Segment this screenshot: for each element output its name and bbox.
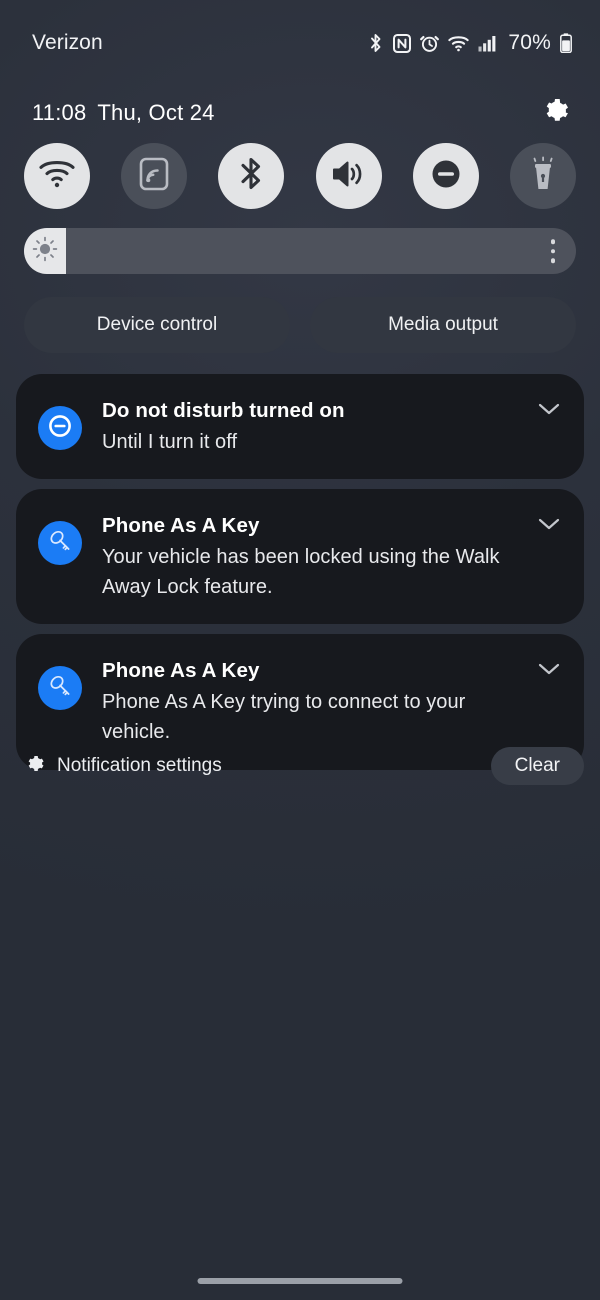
more-vertical-icon bbox=[550, 239, 555, 244]
notification-text: Your vehicle has been locked using the W… bbox=[102, 545, 500, 599]
clear-notifications-button[interactable]: Clear bbox=[490, 747, 584, 785]
media-output-button[interactable]: Media output bbox=[310, 297, 576, 353]
clock-date: Thu, Oct 24 bbox=[97, 100, 215, 125]
cellular-signal-icon bbox=[478, 35, 497, 52]
home-gesture-bar[interactable] bbox=[197, 1278, 403, 1284]
key-icon bbox=[47, 673, 73, 704]
notification-app-icon bbox=[38, 666, 82, 711]
wifi-icon bbox=[39, 159, 75, 194]
bluetooth-icon bbox=[368, 33, 384, 54]
key-icon bbox=[47, 528, 73, 559]
notification-item[interactable]: Phone As A Key Your vehicle has been loc… bbox=[16, 489, 584, 625]
notification-settings-button[interactable]: Notification settings bbox=[16, 754, 222, 778]
carrier-label: Verizon bbox=[32, 31, 103, 54]
notification-text: Phone As A Key trying to connect to your… bbox=[102, 691, 466, 744]
cast-icon bbox=[139, 157, 169, 196]
brightness-fill bbox=[24, 228, 66, 274]
notification-title: Do not disturb turned on bbox=[102, 399, 345, 422]
clock-date-group[interactable]: 11:08 Thu, Oct 24 bbox=[32, 100, 215, 126]
brightness-slider[interactable] bbox=[24, 228, 576, 274]
brightness-menu-button[interactable] bbox=[550, 239, 555, 263]
bluetooth-icon bbox=[238, 156, 264, 197]
notification-text: Until I turn it off bbox=[102, 430, 238, 453]
gear-icon bbox=[26, 754, 45, 778]
notification-expand-button[interactable] bbox=[536, 398, 562, 424]
quick-tile-flashlight[interactable] bbox=[509, 143, 576, 209]
chevron-down-icon bbox=[538, 402, 560, 421]
clock-row: 11:08 Thu, Oct 24 bbox=[0, 86, 600, 140]
quick-tile-do-not-disturb[interactable] bbox=[412, 143, 479, 209]
gear-icon bbox=[542, 97, 570, 130]
settings-button[interactable] bbox=[536, 93, 576, 133]
quick-settings-row bbox=[0, 143, 600, 209]
more-vertical-icon bbox=[550, 248, 555, 254]
dnd-icon bbox=[429, 157, 463, 196]
notification-content: Phone As A Key Phone As A Key trying to … bbox=[102, 656, 560, 747]
volume-icon bbox=[331, 158, 367, 195]
notification-settings-label: Notification settings bbox=[57, 755, 222, 776]
dnd-icon bbox=[47, 413, 73, 444]
notification-title: Phone As A Key bbox=[102, 514, 260, 538]
quick-tile-sound[interactable] bbox=[315, 143, 382, 209]
notification-list: Do not disturb turned on Until I turn it… bbox=[16, 374, 584, 780]
notification-app-icon bbox=[38, 521, 82, 566]
notification-expand-button[interactable] bbox=[536, 658, 562, 684]
chevron-down-icon bbox=[538, 517, 560, 536]
more-vertical-icon bbox=[550, 258, 555, 263]
notification-title: Phone As A Key bbox=[102, 659, 260, 683]
notification-app-icon bbox=[38, 406, 82, 450]
quick-tile-bluetooth[interactable] bbox=[218, 143, 285, 209]
notification-item[interactable]: Do not disturb turned on Until I turn it… bbox=[16, 374, 584, 480]
notification-footer: Notification settings Clear bbox=[16, 746, 584, 786]
status-icon-group: 70% bbox=[368, 31, 572, 55]
battery-icon bbox=[560, 33, 572, 53]
quick-tile-smart-view[interactable] bbox=[121, 143, 188, 209]
notification-content: Do not disturb turned on Until I turn it… bbox=[102, 396, 560, 457]
alarm-icon bbox=[420, 34, 440, 53]
notification-expand-button[interactable] bbox=[536, 513, 562, 539]
clock-time: 11:08 bbox=[32, 100, 87, 125]
chevron-down-icon bbox=[538, 662, 560, 681]
shortcut-row: Device control Media output bbox=[24, 297, 576, 353]
notification-shade: Verizon 70% 11:08 Thu, Oct 24 Device con… bbox=[0, 0, 600, 1300]
nfc-icon bbox=[393, 33, 412, 53]
device-control-button[interactable]: Device control bbox=[24, 297, 290, 353]
quick-tile-wifi[interactable] bbox=[24, 143, 90, 209]
wifi-icon bbox=[448, 35, 470, 52]
status-bar: Verizon 70% bbox=[0, 0, 600, 86]
notification-content: Phone As A Key Your vehicle has been loc… bbox=[102, 511, 560, 602]
battery-percent-label: 70% bbox=[508, 31, 551, 54]
flashlight-icon bbox=[528, 156, 558, 197]
brightness-sun-icon bbox=[31, 235, 59, 268]
